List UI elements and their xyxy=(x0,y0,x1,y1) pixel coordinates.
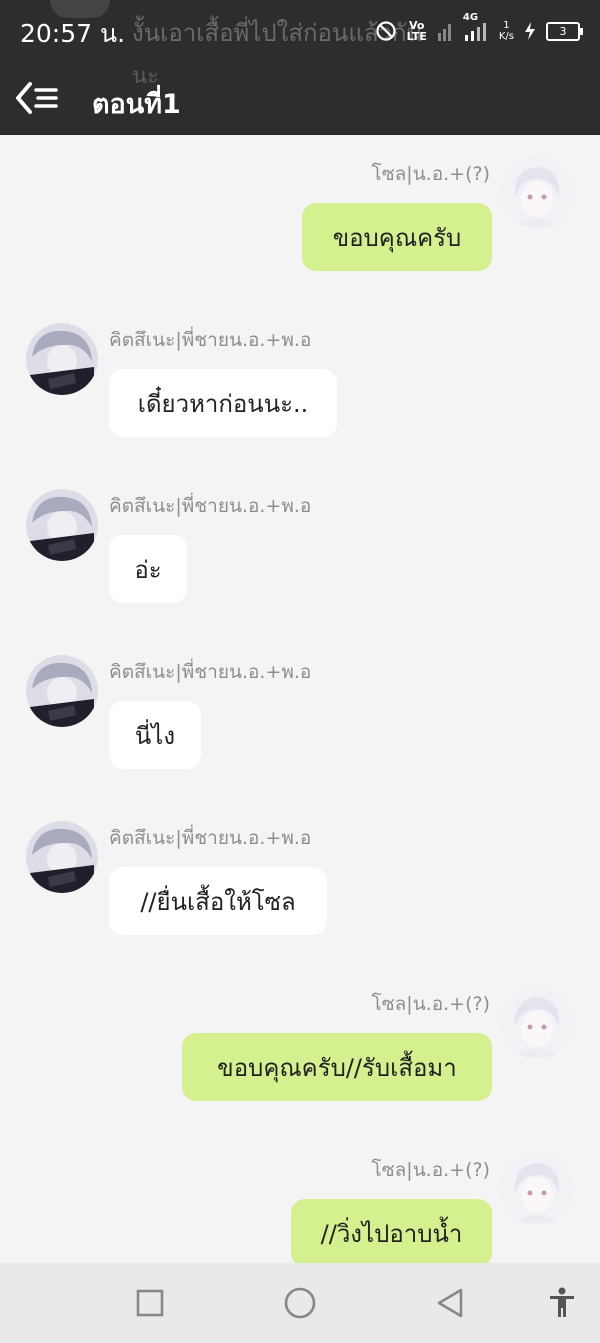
sender-name: คิตสึเนะ|พี่ชายน.อ.+พ.อ xyxy=(109,495,312,517)
status-icons: Vo LTE 4G 1 K/s 3 xyxy=(375,12,583,46)
sender-name: โซล|น.อ.+(?) xyxy=(371,1159,490,1181)
message-bubble[interactable]: ขอบคุณครับ//รับเสื้อมา xyxy=(182,1033,492,1101)
message-bubble[interactable]: ขอบคุณครับ xyxy=(302,203,492,271)
sender-name: คิตสึเนะ|พี่ชายน.อ.+พ.อ xyxy=(109,329,312,351)
speed-unit: K/s xyxy=(498,31,514,42)
home-button[interactable] xyxy=(278,1281,322,1325)
battery-level: 3 xyxy=(559,24,567,38)
sender-name: คิตสึเนะ|พี่ชายน.อ.+พ.อ xyxy=(109,661,312,683)
avatar-sol[interactable] xyxy=(501,157,573,229)
speed-value: 1 xyxy=(503,20,510,31)
back-button[interactable] xyxy=(428,1281,472,1325)
network-type-label: 4G xyxy=(462,12,479,23)
signal-4g-icon: 4G xyxy=(463,12,489,42)
avatar-kitsune[interactable] xyxy=(26,821,98,893)
volte-icon: Vo LTE xyxy=(407,20,427,42)
sender-name: โซล|น.อ.+(?) xyxy=(371,163,490,185)
system-nav-bar xyxy=(0,1263,600,1343)
message-bubble[interactable]: นี่ไง xyxy=(109,701,201,769)
avatar-sol[interactable] xyxy=(501,1153,573,1225)
back-menu-icon xyxy=(16,82,58,114)
status-time: 20:57 น. xyxy=(20,19,126,48)
recents-button[interactable] xyxy=(128,1281,172,1325)
battery-icon: 3 xyxy=(546,21,583,41)
square-icon xyxy=(136,1289,164,1317)
triangle-back-icon xyxy=(437,1288,463,1318)
avatar-sol[interactable] xyxy=(501,987,573,1059)
message-bubble[interactable]: อ่ะ xyxy=(109,535,187,603)
avatar-kitsune[interactable] xyxy=(26,323,98,395)
network-speed: 1 K/s xyxy=(499,20,514,42)
accessibility-button[interactable] xyxy=(540,1281,584,1325)
do-not-disturb-icon xyxy=(375,20,397,42)
back-menu-button[interactable] xyxy=(14,78,62,118)
circle-icon xyxy=(284,1287,316,1319)
message-bubble[interactable]: เดี๋ยวหาก่อนนะ.. xyxy=(109,369,337,437)
charging-icon xyxy=(524,21,536,41)
chat-area[interactable]: โซล|น.อ.+(?) ขอบคุณครับ คิตสึเนะ|พี่ชายน… xyxy=(0,135,600,1267)
signal-sim1-icon xyxy=(437,20,453,42)
sender-name: คิตสึเนะ|พี่ชายน.อ.+พ.อ xyxy=(109,827,312,849)
avatar-kitsune[interactable] xyxy=(26,655,98,727)
accessibility-icon xyxy=(550,1287,574,1317)
sender-name: โซล|น.อ.+(?) xyxy=(371,993,490,1015)
page-title: ตอนที่1 xyxy=(92,89,181,120)
top-bar: งั้นเอาเสื้อพี่ไปใส่ก่อนแล้วกัน นะ 20:57… xyxy=(0,0,600,135)
volte-bottom-label: LTE xyxy=(406,30,427,43)
message-bubble[interactable]: //ยื่นเสื้อให้โซล xyxy=(109,867,327,935)
avatar-kitsune[interactable] xyxy=(26,489,98,561)
message-bubble[interactable]: //วิ่งไปอาบน้ำ xyxy=(291,1199,492,1267)
